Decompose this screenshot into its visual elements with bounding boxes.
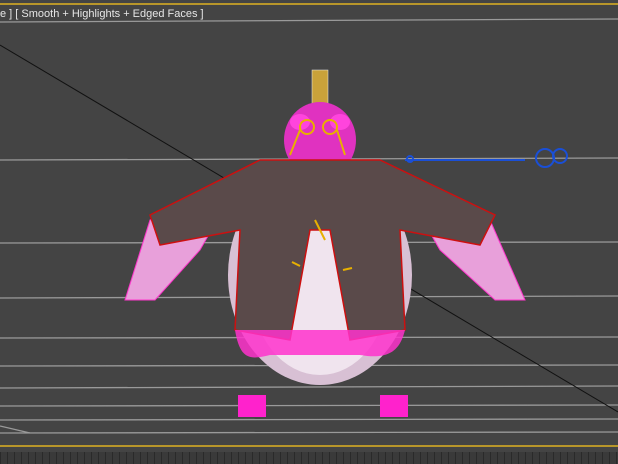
viewport-scene bbox=[0, 3, 618, 447]
perspective-viewport[interactable]: e ] [ Smooth + Highlights + Edged Faces … bbox=[0, 0, 618, 464]
viewport-shading-label[interactable]: e ] [ Smooth + Highlights + Edged Faces … bbox=[0, 8, 204, 20]
timeline-ruler[interactable] bbox=[0, 452, 618, 464]
